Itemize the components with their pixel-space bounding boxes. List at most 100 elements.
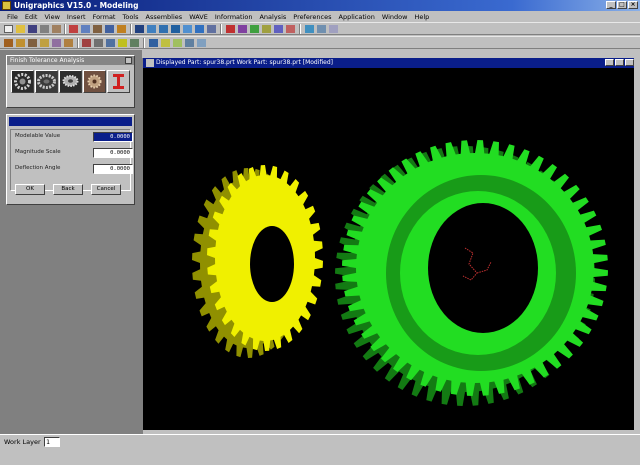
back-button[interactable]: Back [53,184,83,195]
toolbar-separator [220,24,222,34]
modeling-toolbar [0,36,640,49]
menu-insert[interactable]: Insert [67,13,86,21]
select-icon[interactable] [135,25,144,33]
bevel-gear-icon[interactable] [59,70,82,93]
new-file-icon[interactable] [4,25,13,33]
app-title-bar: Unigraphics V15.0 - Modeling _ □ × [0,0,640,11]
palette-title: Finish Tolerance Analysis [7,56,134,65]
graphics-window-controls [605,59,634,66]
datum-plane-icon[interactable] [149,39,158,47]
toolbar-separator [64,24,66,34]
menu-assemblies[interactable]: Assemblies [146,13,183,21]
maximize-icon[interactable] [615,59,624,66]
wireframe-icon[interactable] [238,25,247,33]
small-gear[interactable] [192,165,323,358]
hole-icon[interactable] [52,39,61,47]
param-row: Magnitude Scale 0.0000 [15,148,133,158]
model-viewport[interactable] [143,68,634,429]
menu-format[interactable]: Format [93,13,116,21]
chamfer-icon[interactable] [94,39,103,47]
rotate-icon[interactable] [183,25,192,33]
menu-help[interactable]: Help [414,13,429,21]
large-gear-bore [428,203,538,333]
blend-icon[interactable] [82,39,91,47]
menu-preferences[interactable]: Preferences [293,13,331,21]
ok-button[interactable]: OK [15,184,45,195]
minimize-icon[interactable] [605,59,614,66]
param-label: Modelable Value [15,133,61,139]
close-icon[interactable] [625,59,634,66]
menu-file[interactable]: File [7,13,18,21]
wcs-icon[interactable] [305,25,314,33]
graphics-window-title: Displayed Part: spur38.prt Work Part: sp… [156,59,334,66]
cut-icon[interactable] [69,25,78,33]
cancel-button[interactable]: Cancel [91,184,121,195]
maximize-icon[interactable]: □ [617,1,627,9]
measure-icon[interactable] [317,25,326,33]
copy-icon[interactable] [81,25,90,33]
pattern-icon[interactable] [106,39,115,47]
extrude-icon[interactable] [16,39,25,47]
helical-gear-icon[interactable] [35,70,58,93]
layer-icon[interactable] [250,25,259,33]
sketch-icon[interactable] [4,39,13,47]
unite-icon[interactable] [118,39,127,47]
menu-information[interactable]: Information [215,13,253,21]
menu-wave[interactable]: WAVE [189,13,208,21]
param-label: Deflection Angle [15,165,61,171]
refresh-icon[interactable] [207,25,216,33]
plot-icon[interactable] [52,25,61,33]
palette-close-icon[interactable] [125,57,132,64]
work-layer-label: Work Layer [4,438,41,446]
paste-icon[interactable] [93,25,102,33]
shaded-icon[interactable] [226,25,235,33]
magnitude-scale-field[interactable]: 0.0000 [93,148,133,158]
menu-tools[interactable]: Tools [122,13,138,21]
revolve-icon[interactable] [28,39,37,47]
toolbar-separator [130,24,132,34]
vertical-scrollbar[interactable] [634,58,640,434]
hide-icon[interactable] [286,25,295,33]
print-icon[interactable] [40,25,49,33]
work-layer-field[interactable]: 1 [44,437,60,447]
sweep-icon[interactable] [40,39,49,47]
boss-icon[interactable] [64,39,73,47]
menu-analysis[interactable]: Analysis [259,13,286,21]
zoom-icon[interactable] [159,25,168,33]
gear-settings-icon[interactable] [83,70,106,93]
datum-axis-icon[interactable] [161,39,170,47]
color-icon[interactable] [262,25,271,33]
view-orient-icon[interactable] [195,25,204,33]
param-row: Deflection Angle 0.0000 [15,164,133,174]
modelable-value-field[interactable]: 0.0000 [93,132,133,142]
spur-gear-icon[interactable] [11,70,34,93]
menu-view[interactable]: View [44,13,59,21]
point-icon[interactable] [173,39,182,47]
menu-window[interactable]: Window [382,13,408,21]
status-bar: Work Layer 1 [0,434,640,465]
deflection-angle-field[interactable]: 0.0000 [93,164,133,174]
fit-view-icon[interactable] [147,25,156,33]
redo-icon[interactable] [117,25,126,33]
app-title: Unigraphics V15.0 - Modeling [14,1,139,10]
large-gear[interactable] [335,140,608,406]
ibeam-icon[interactable] [107,70,130,93]
expression-icon[interactable] [185,39,194,47]
minimize-icon[interactable]: _ [606,1,616,9]
window-controls: _ □ × [606,1,638,9]
menu-application[interactable]: Application [339,13,375,21]
graphics-window-title-bar: Displayed Part: spur38.prt Work Part: sp… [143,58,640,68]
undo-icon[interactable] [105,25,114,33]
info-icon[interactable] [329,25,338,33]
blank-icon[interactable] [274,25,283,33]
menu-edit[interactable]: Edit [25,13,38,21]
edit-feature-icon[interactable] [197,39,206,47]
save-icon[interactable] [28,25,37,33]
param-label: Magnitude Scale [15,149,61,155]
pan-icon[interactable] [171,25,180,33]
close-icon[interactable]: × [628,1,638,9]
subtract-icon[interactable] [130,39,139,47]
standard-toolbar [0,22,640,35]
open-folder-icon[interactable] [16,25,25,33]
app-icon[interactable] [2,1,11,10]
